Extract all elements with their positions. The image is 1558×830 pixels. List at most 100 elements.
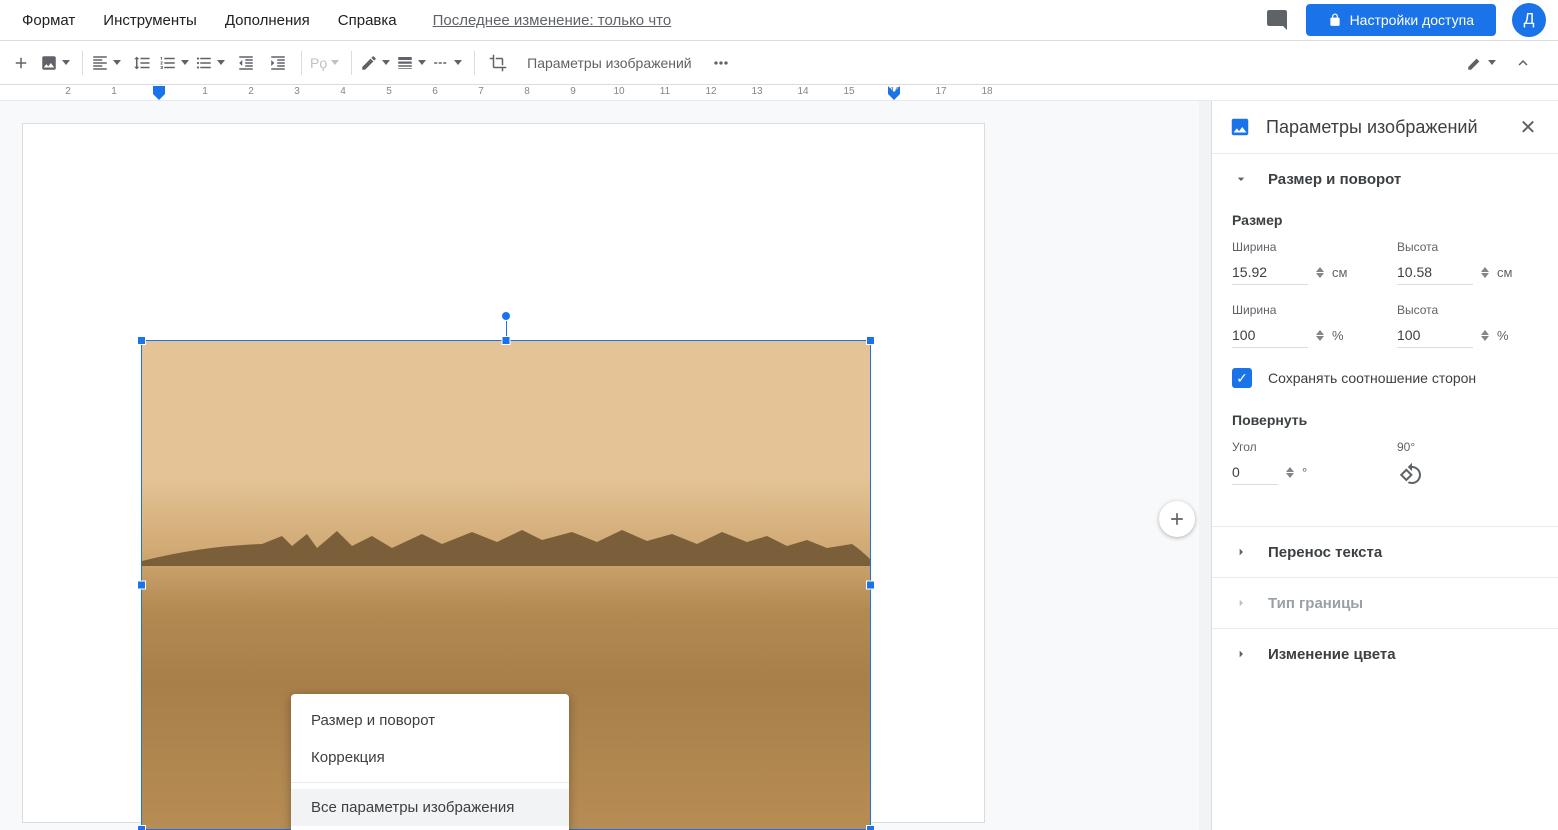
ruler-tick: 12 — [705, 86, 716, 97]
document-area[interactable]: Размер и поворот Коррекция Все параметры… — [0, 101, 1212, 830]
ruler-tick: 9 — [570, 86, 576, 97]
bulleted-list-button[interactable] — [195, 48, 229, 78]
section-title: Изменение цвета — [1268, 646, 1396, 663]
width-pct-input[interactable] — [1232, 323, 1308, 348]
resize-handle-sw[interactable] — [137, 825, 146, 830]
resize-handle-ne[interactable] — [866, 336, 875, 345]
chevron-right-icon — [1232, 543, 1250, 561]
section-size-rotate-header[interactable]: Размер и поворот — [1212, 154, 1558, 204]
ruler-tick: 8 — [524, 86, 530, 97]
stepper[interactable] — [1316, 330, 1324, 341]
menu-addons[interactable]: Дополнения — [215, 6, 320, 35]
insert-image-button[interactable] — [40, 48, 74, 78]
resize-handle-se[interactable] — [866, 825, 875, 830]
main-area: Размер и поворот Коррекция Все параметры… — [0, 101, 1558, 830]
ruler-tick: 10 — [613, 86, 624, 97]
last-edit-link[interactable]: Последнее изменение: только что — [433, 12, 672, 29]
ruler[interactable]: 2 1 1 2 3 4 5 6 7 8 9 10 11 12 13 14 15 … — [0, 84, 1558, 101]
chevron-right-icon — [1232, 645, 1250, 663]
ruler-tick: 1 — [202, 86, 208, 97]
menu-tools[interactable]: Инструменты — [93, 6, 207, 35]
width-cm-input[interactable] — [1232, 260, 1308, 285]
rotation-handle[interactable] — [501, 311, 511, 321]
share-button[interactable]: Настройки доступа — [1306, 4, 1496, 36]
context-menu: Размер и поворот Коррекция Все параметры… — [291, 694, 569, 830]
resize-handle-e[interactable] — [866, 581, 875, 590]
add-comment-fab[interactable] — [1159, 501, 1195, 537]
section-text-wrap-header[interactable]: Перенос текста — [1212, 527, 1558, 577]
stepper[interactable] — [1481, 267, 1489, 278]
section-size-rotate: Размер и поворот Размер Ширина см Высота — [1212, 153, 1558, 526]
ruler-tick: 13 — [751, 86, 762, 97]
unit-pct: % — [1497, 328, 1509, 343]
section-title: Тип границы — [1268, 595, 1363, 612]
border-weight-button[interactable] — [396, 48, 430, 78]
menu-bar: Формат Инструменты Дополнения Справка По… — [0, 0, 1558, 40]
angle-input[interactable] — [1232, 460, 1278, 485]
section-title: Размер и поворот — [1268, 171, 1401, 188]
collapse-toolbar-icon[interactable] — [1508, 48, 1538, 78]
section-body: Размер Ширина см Высота — [1212, 212, 1558, 526]
ruler-tick: 3 — [294, 86, 300, 97]
resize-handle-nw[interactable] — [137, 336, 146, 345]
unit-deg: ° — [1302, 465, 1307, 480]
section-border-type-header[interactable]: Тип границы — [1212, 578, 1558, 628]
ruler-tick: 14 — [797, 86, 808, 97]
align-button[interactable] — [91, 48, 125, 78]
comments-icon[interactable] — [1264, 8, 1290, 32]
avatar[interactable]: Д — [1512, 3, 1546, 37]
more-toolbar-icon[interactable] — [706, 48, 736, 78]
separator — [301, 51, 302, 75]
rotate-90-label: 90° — [1397, 440, 1538, 454]
image-options-label[interactable]: Параметры изображений — [515, 55, 704, 71]
ruler-tick: 17 — [935, 86, 946, 97]
stepper[interactable] — [1316, 267, 1324, 278]
stepper[interactable] — [1481, 330, 1489, 341]
ruler-indent-marker-right[interactable] — [888, 86, 900, 100]
clear-formatting-button[interactable]: Рϙ — [310, 48, 343, 78]
ruler-tick: 2 — [65, 86, 71, 97]
editing-mode-button[interactable] — [1466, 48, 1500, 78]
section-color-change: Изменение цвета — [1212, 628, 1558, 679]
width-label: Ширина — [1232, 240, 1373, 254]
height-pct-input[interactable] — [1397, 323, 1473, 348]
height-cm-input[interactable] — [1397, 260, 1473, 285]
keep-ratio-checkbox[interactable]: ✓ — [1232, 368, 1252, 388]
panel-close-button[interactable]: ✕ — [1514, 113, 1542, 141]
ruler-tick: 2 — [248, 86, 254, 97]
unit-pct: % — [1332, 328, 1344, 343]
ruler-tick: 11 — [660, 86, 670, 97]
ctx-correction[interactable]: Коррекция — [291, 739, 569, 776]
ruler-tick: 7 — [478, 86, 484, 97]
menu-format[interactable]: Формат — [12, 6, 85, 35]
keep-ratio-label: Сохранять соотношение сторон — [1268, 370, 1476, 386]
crop-image-button[interactable] — [483, 48, 513, 78]
image-icon — [1228, 115, 1252, 139]
toolbar: Рϙ Параметры изображений — [0, 40, 1558, 84]
ctx-size-rotate[interactable]: Размер и поворот — [291, 702, 569, 739]
border-color-button[interactable] — [360, 48, 394, 78]
stepper[interactable] — [1286, 467, 1294, 478]
height-label: Высота — [1397, 240, 1538, 254]
decrease-indent-button[interactable] — [231, 48, 261, 78]
border-dash-button[interactable] — [432, 48, 466, 78]
ruler-indent-marker-left[interactable] — [153, 86, 165, 100]
rotate-90-button[interactable] — [1397, 460, 1425, 488]
scrollbar[interactable] — [1199, 101, 1211, 830]
share-button-label: Настройки доступа — [1350, 12, 1474, 28]
unit-cm: см — [1332, 265, 1347, 280]
insert-element-button[interactable] — [8, 48, 38, 78]
resize-handle-n[interactable] — [502, 336, 511, 345]
line-spacing-button[interactable] — [127, 48, 157, 78]
size-subheader: Размер — [1232, 212, 1538, 228]
ctx-all-options[interactable]: Все параметры изображения — [291, 789, 569, 826]
section-color-change-header[interactable]: Изменение цвета — [1212, 629, 1558, 679]
numbered-list-button[interactable] — [159, 48, 193, 78]
increase-indent-button[interactable] — [263, 48, 293, 78]
separator — [82, 51, 83, 75]
width-pct-label: Ширина — [1232, 303, 1373, 317]
resize-handle-w[interactable] — [137, 581, 146, 590]
menu-help[interactable]: Справка — [328, 6, 407, 35]
chevron-down-icon — [1232, 170, 1250, 188]
panel-header: Параметры изображений ✕ — [1212, 101, 1558, 153]
